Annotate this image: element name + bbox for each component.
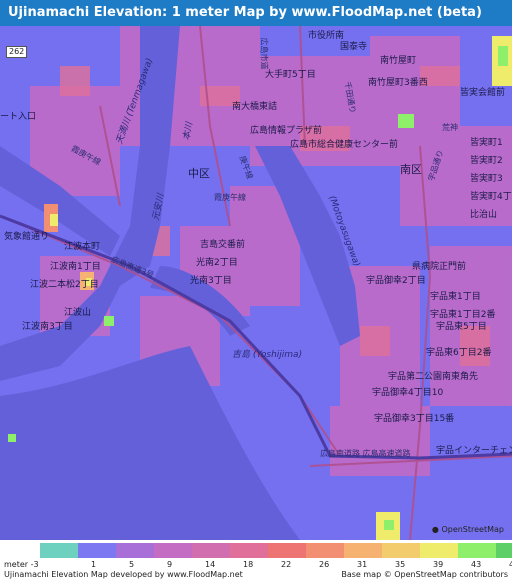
label-minamimachi-2: 皆実町2 [470, 156, 503, 166]
label-kogyo: ート入口 [0, 112, 37, 122]
label-minamimachi-3: 皆実町3 [470, 174, 503, 184]
label-ujinaomiko-4: 宇品御幸4丁目10 [372, 388, 444, 398]
label-minamimachi-4: 皆実町4丁目 [470, 192, 512, 202]
label-eba-nihonmatsu: 江波二本松2丁目 [30, 280, 99, 290]
label-otemachi-5: 大手町5丁目 [265, 70, 316, 80]
legend-swatch [268, 543, 306, 558]
openstreetmap-logo[interactable]: ● OpenStreetMap [432, 525, 504, 534]
label-kenko: 広島市総合健康センター前 [290, 140, 399, 150]
legend-swatch [40, 543, 78, 558]
label-konan-2: 光南2丁目 [196, 258, 238, 268]
label-kenbyoin: 県病院正門前 [412, 262, 467, 272]
label-minamitakeya: 南竹屋町 [380, 56, 417, 66]
label-expressway-minami: 広島南道路 広島高速道路 [320, 449, 411, 458]
label-minamiohashi: 南大橋東詰 [232, 102, 278, 112]
label-yoshijima-ban: 吉島交番前 [200, 240, 246, 250]
label-yoshijima: 吉島 (Yoshijima) [232, 350, 303, 360]
label-minamimachi-1: 皆実町1 [470, 138, 503, 148]
label-hijiyama: 比治山 [470, 210, 498, 220]
label-yakusho: 市役所南 [308, 31, 345, 41]
label-ebaminami-1: 江波南1丁目 [50, 262, 101, 272]
label-naka-ku: 中区 [188, 167, 210, 180]
legend-swatch [420, 543, 458, 558]
legend-swatch [116, 543, 154, 558]
legend-swatch [230, 543, 268, 558]
label-plaza: 広島情報プラザ前 [250, 126, 323, 136]
label-ujinaomiko-2: 宇品御幸2丁目 [366, 276, 426, 286]
label-ujinahigashi-6: 宇品東6丁目2番 [426, 348, 492, 358]
page-title: Ujinamachi Elevation: 1 meter Map by www… [0, 0, 512, 26]
label-konan-3: 光南3丁目 [190, 276, 232, 286]
footer: Ujinamachi Elevation Map developed by ww… [0, 568, 512, 582]
label-sarakai-kaikan: 皆実会館前 [460, 88, 506, 98]
label-minamitakeya-3: 南竹屋町3番西 [368, 78, 428, 88]
footer-basemap: Base map © OpenStreetMap contributors [341, 570, 508, 579]
label-ebaminami-3: 江波南3丁目 [22, 322, 73, 332]
osm-logo-text: OpenStreetMap [441, 525, 504, 534]
label-ujinaomiko-3: 宇品御幸3丁目15番 [374, 414, 455, 424]
label-kojin: 荒神 [442, 123, 458, 132]
legend-swatch [306, 543, 344, 558]
legend-swatch [154, 543, 192, 558]
label-ujina-koen: 宇品第二公園南東角先 [388, 372, 479, 382]
legend-swatch [458, 543, 496, 558]
label-ujinahigashi-1: 宇品東1丁目 [430, 292, 481, 302]
label-koi-2: 霞庚午線 [214, 193, 246, 202]
label-ebamoto: 江波本町 [64, 242, 101, 252]
label-minamiohashi-dori: 広島市道 [259, 37, 269, 70]
label-kisyodai: 気象館通り [4, 232, 50, 242]
footer-credit: Ujinamachi Elevation Map developed by ww… [4, 570, 243, 579]
label-ujinahigashi-5: 宇品東5丁目 [436, 322, 487, 332]
legend-swatch [382, 543, 420, 558]
legend-swatch [344, 543, 382, 558]
label-minami-ku: 南区 [400, 163, 422, 176]
legend-swatch [496, 543, 512, 558]
elevation-legend: meter -3159141822263135394348 [0, 540, 512, 569]
legend-swatch [78, 543, 116, 558]
label-kokutaiji: 国泰寺 [340, 42, 368, 52]
label-ujinahigashi-2: 宇品東1丁目2番 [430, 310, 496, 320]
osm-logo-icon: ● [431, 525, 439, 534]
legend-swatch [192, 543, 230, 558]
route-number-badge: 262 [6, 46, 28, 58]
label-ujina-ic: 宇品インターチェンジ [436, 446, 512, 456]
label-ebayama: 江波山 [64, 308, 92, 318]
elevation-map[interactable]: 市役所南 国泰寺 南竹屋町 南竹屋町3番西 大手町5丁目 南大橋東詰 広島情報プ… [0, 26, 512, 540]
